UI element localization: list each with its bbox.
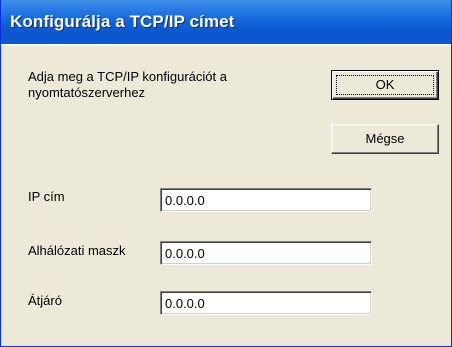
instructions-line-1: Adja meg a TCP/IP konfigurációt a: [28, 69, 227, 84]
instructions-line-2: nyomtatószerverhez: [28, 85, 146, 100]
title-bar[interactable]: Konfigurálja a TCP/IP címet: [1, 0, 451, 46]
ok-button[interactable]: OK: [331, 70, 439, 100]
ip-address-field[interactable]: 0.0.0.0: [160, 188, 372, 212]
dialog-body: Adja meg a TCP/IP konfigurációt a nyomta…: [1, 48, 451, 346]
subnet-mask-label: Alhálózati maszk: [28, 243, 126, 258]
window-title: Konfigurálja a TCP/IP címet: [10, 12, 235, 31]
cancel-button-label: Mégse: [365, 131, 405, 146]
cancel-button[interactable]: Mégse: [331, 124, 439, 154]
ok-button-label: OK: [375, 77, 395, 92]
tcpip-config-dialog: Konfigurálja a TCP/IP címet Adja meg a T…: [0, 0, 452, 347]
ip-address-label: IP cím: [28, 189, 65, 204]
instructions-text: Adja meg a TCP/IP konfigurációt a nyomta…: [28, 69, 308, 101]
gateway-label: Átjáró: [28, 293, 62, 308]
subnet-mask-field[interactable]: 0.0.0.0: [160, 241, 372, 265]
gateway-field[interactable]: 0.0.0.0: [160, 291, 372, 315]
